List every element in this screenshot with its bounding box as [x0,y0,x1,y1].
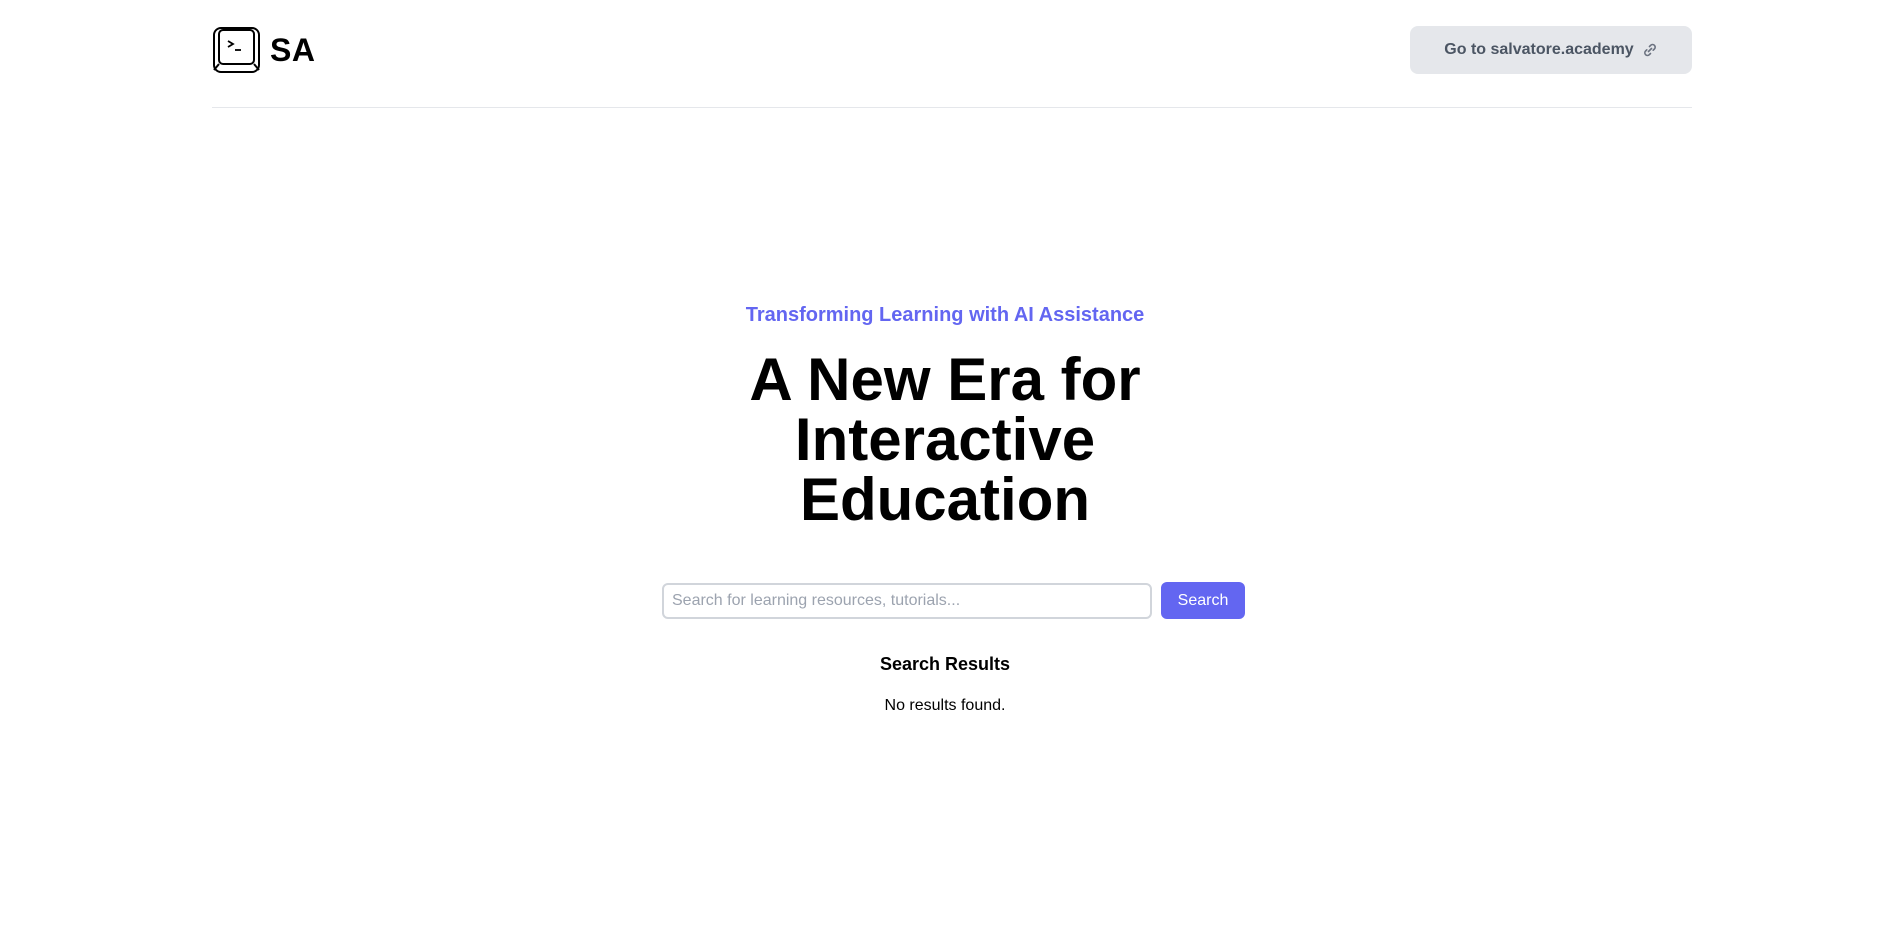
hero-tagline: Transforming Learning with AI Assistance [745,304,1145,326]
brand-name: SA [270,32,316,68]
no-results-message: No results found. [884,697,1006,714]
site-header: SA Go to salvatore.academy [212,0,1692,108]
search-results: Search Results No results found. [0,652,1890,717]
terminal-key-icon [213,27,260,73]
brand[interactable]: SA [212,26,315,74]
results-heading: Search Results [879,654,1011,674]
go-to-site-label: Go to salvatore.academy [1444,41,1634,58]
search-bar: Search [662,582,1245,619]
hero-title: A New Era for Interactive Education [749,346,1141,533]
search-input[interactable] [662,582,1152,619]
go-to-site-button[interactable]: Go to salvatore.academy [1410,26,1692,74]
search-button[interactable]: Search [1161,582,1245,619]
hero-section: Transforming Learning with AI Assistance… [0,300,1890,530]
link-icon [1642,42,1658,58]
